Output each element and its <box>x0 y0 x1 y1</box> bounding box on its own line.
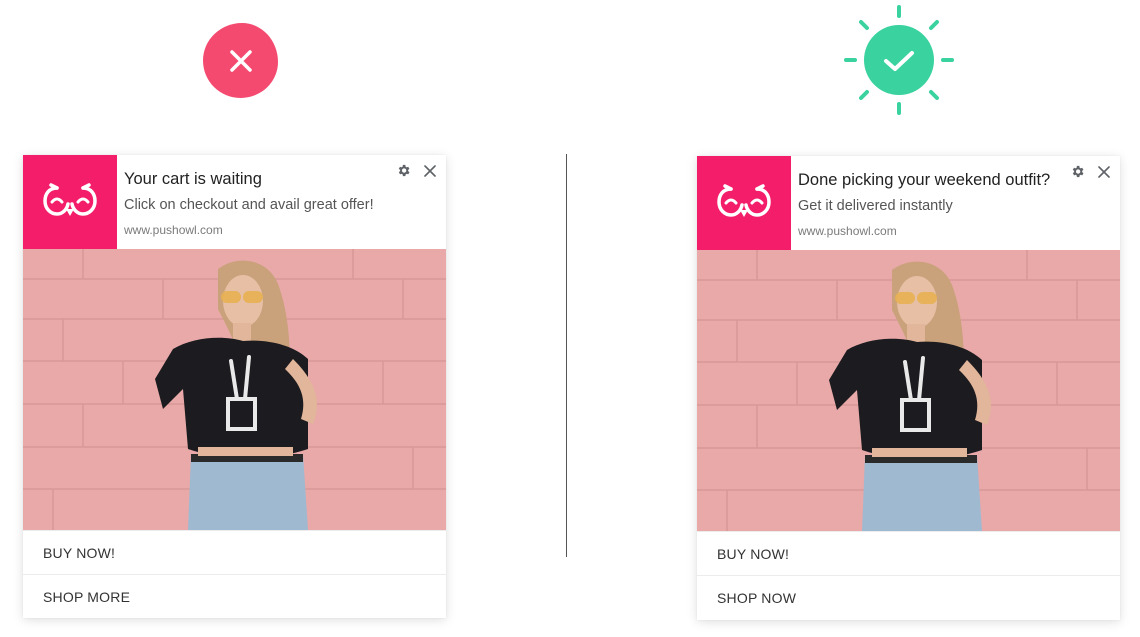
owl-logo-icon <box>717 184 771 217</box>
action-button-primary[interactable]: BUY NOW! <box>697 531 1120 575</box>
close-x-icon <box>229 49 252 72</box>
notification-hero-image <box>697 250 1120 531</box>
push-notification-bad[interactable]: Your cart is waiting Click on checkout a… <box>23 155 446 618</box>
close-icon[interactable] <box>1098 165 1110 178</box>
good-example-badge <box>842 3 956 117</box>
notification-title: Your cart is waiting <box>124 170 262 188</box>
notification-header: Your cart is waiting Click on checkout a… <box>23 155 446 249</box>
action-button-primary[interactable]: BUY NOW! <box>23 530 446 574</box>
gear-icon[interactable] <box>1070 164 1085 179</box>
close-icon[interactable] <box>424 164 436 177</box>
action-button-secondary[interactable]: SHOP NOW <box>697 575 1120 619</box>
bad-example-badge <box>203 23 278 98</box>
notification-domain: www.pushowl.com <box>124 223 223 237</box>
gear-icon[interactable] <box>396 163 411 178</box>
notification-title: Done picking your weekend outfit? <box>798 171 1051 189</box>
brand-logo <box>23 155 117 249</box>
push-notification-good[interactable]: Done picking your weekend outfit? Get it… <box>697 156 1120 620</box>
notification-body: Get it delivered instantly <box>798 198 953 214</box>
comparison-divider <box>566 154 567 557</box>
notification-body: Click on checkout and avail great offer! <box>124 197 374 213</box>
action-button-secondary[interactable]: SHOP MORE <box>23 574 446 618</box>
notification-header: Done picking your weekend outfit? Get it… <box>697 156 1120 250</box>
notification-hero-image <box>23 249 446 530</box>
comparison-stage: Your cart is waiting Click on checkout a… <box>0 0 1140 637</box>
brand-logo <box>697 156 791 250</box>
notification-domain: www.pushowl.com <box>798 224 897 238</box>
sunburst-check-icon <box>844 5 954 115</box>
owl-logo-icon <box>43 183 97 216</box>
